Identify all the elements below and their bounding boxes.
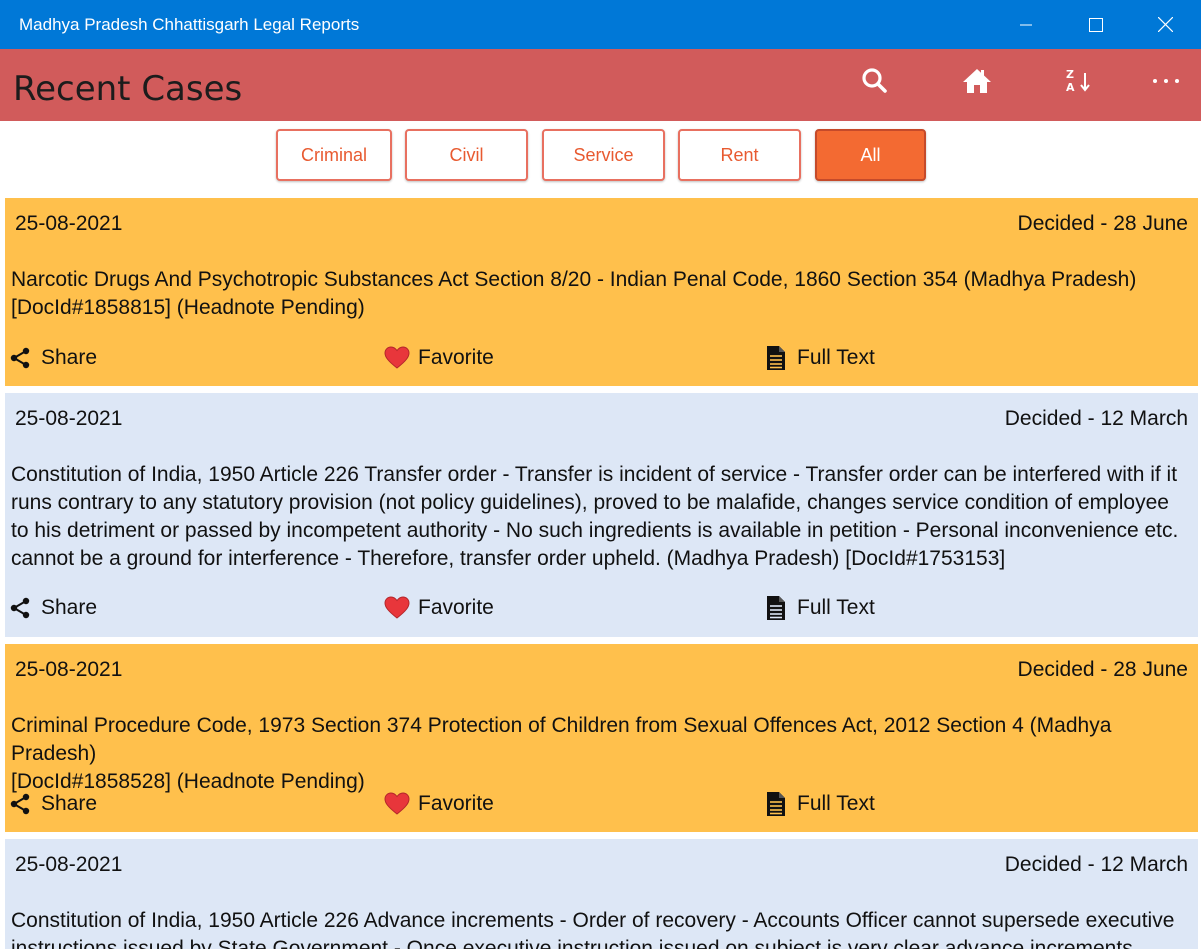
sort-button[interactable]: Z A — [1055, 61, 1103, 101]
case-card[interactable]: 25-08-2021 Decided - 28 June Narcotic Dr… — [5, 198, 1198, 386]
case-decided: Decided - 28 June — [1017, 212, 1188, 235]
filter-all-button[interactable]: All — [815, 129, 926, 181]
headnote-line: instructions issued by State Government … — [11, 937, 1133, 949]
search-icon — [862, 68, 887, 93]
case-date: 25-08-2021 — [15, 407, 123, 430]
headnote-line: to his detriment or passed by incompeten… — [11, 519, 1179, 542]
case-card[interactable]: 25-08-2021 Decided - 12 March Constituti… — [5, 393, 1198, 637]
share-button[interactable]: Share — [7, 595, 97, 621]
case-date: 25-08-2021 — [15, 212, 123, 235]
category-filter-bar: Criminal Civil Service Rent All — [0, 121, 1201, 197]
more-button[interactable] — [1142, 61, 1190, 101]
headnote-line: runs contrary to any statutory provision… — [11, 491, 1169, 514]
minimize-button[interactable] — [992, 0, 1060, 49]
document-icon — [763, 791, 789, 817]
case-decided: Decided - 12 March — [1004, 853, 1188, 876]
share-icon — [7, 345, 33, 371]
filter-service-button[interactable]: Service — [542, 129, 665, 181]
full-text-label: Full Text — [797, 346, 875, 369]
headnote-line: Narcotic Drugs And Psychotropic Substanc… — [11, 268, 1137, 291]
full-text-label: Full Text — [797, 596, 875, 619]
favorite-button[interactable]: Favorite — [384, 791, 494, 817]
favorite-label: Favorite — [418, 346, 494, 369]
share-label: Share — [41, 792, 98, 815]
share-label: Share — [41, 596, 98, 619]
window-titlebar: Madhya Pradesh Chhattisgarh Legal Report… — [0, 0, 1201, 49]
favorite-button[interactable]: Favorite — [384, 595, 494, 621]
app-header: Recent Cases Z A — [0, 49, 1201, 121]
document-icon — [763, 595, 789, 621]
share-icon — [7, 595, 33, 621]
share-button[interactable]: Share — [7, 345, 97, 371]
case-decided: Decided - 28 June — [1017, 658, 1188, 681]
close-icon — [1157, 17, 1173, 32]
document-icon — [763, 345, 789, 371]
heart-icon — [384, 791, 410, 817]
case-headnote: Narcotic Drugs And Psychotropic Substanc… — [11, 266, 1190, 322]
full-text-button[interactable]: Full Text — [763, 791, 875, 817]
svg-text:Z: Z — [1066, 68, 1074, 81]
case-card[interactable]: 25-08-2021 Decided - 28 June Criminal Pr… — [5, 644, 1198, 832]
case-card[interactable]: 25-08-2021 Decided - 12 March Constituti… — [5, 839, 1198, 949]
home-button[interactable] — [953, 61, 1001, 101]
sort-az-icon: Z A — [1066, 68, 1090, 94]
case-headnote: Constitution of India, 1950 Article 226 … — [11, 907, 1190, 949]
full-text-label: Full Text — [797, 792, 875, 815]
filter-criminal-button[interactable]: Criminal — [276, 129, 392, 181]
headnote-line: cannot be a ground for interference - Th… — [11, 547, 1006, 570]
maximize-button[interactable] — [1062, 0, 1130, 49]
full-text-button[interactable]: Full Text — [763, 345, 875, 371]
headnote-line: Criminal Procedure Code, 1973 Section 37… — [11, 714, 1112, 765]
page-title: Recent Cases — [13, 69, 243, 109]
filter-rent-button[interactable]: Rent — [678, 129, 801, 181]
case-date: 25-08-2021 — [15, 658, 123, 681]
close-button[interactable] — [1131, 0, 1199, 49]
case-headnote: Constitution of India, 1950 Article 226 … — [11, 461, 1190, 573]
share-button[interactable]: Share — [7, 791, 97, 817]
headnote-line: [DocId#1858528] (Headnote Pending) — [11, 770, 365, 793]
more-icon — [1153, 79, 1179, 83]
home-icon — [963, 69, 991, 93]
share-icon — [7, 791, 33, 817]
favorite-label: Favorite — [418, 792, 494, 815]
headnote-line: Constitution of India, 1950 Article 226 … — [11, 909, 1175, 932]
heart-icon — [384, 595, 410, 621]
maximize-icon — [1089, 17, 1103, 32]
favorite-button[interactable]: Favorite — [384, 345, 494, 371]
headnote-line: [DocId#1858815] (Headnote Pending) — [11, 296, 365, 319]
share-label: Share — [41, 346, 98, 369]
favorite-label: Favorite — [418, 596, 494, 619]
minimize-icon — [1020, 24, 1032, 25]
window-title: Madhya Pradesh Chhattisgarh Legal Report… — [19, 15, 360, 34]
search-button[interactable] — [851, 61, 899, 101]
full-text-button[interactable]: Full Text — [763, 595, 875, 621]
case-date: 25-08-2021 — [15, 853, 123, 876]
filter-civil-button[interactable]: Civil — [405, 129, 528, 181]
headnote-line: Constitution of India, 1950 Article 226 … — [11, 463, 1178, 486]
svg-text:A: A — [1066, 81, 1075, 94]
case-headnote: Criminal Procedure Code, 1973 Section 37… — [11, 712, 1190, 796]
case-decided: Decided - 12 March — [1004, 407, 1188, 430]
heart-icon — [384, 345, 410, 371]
